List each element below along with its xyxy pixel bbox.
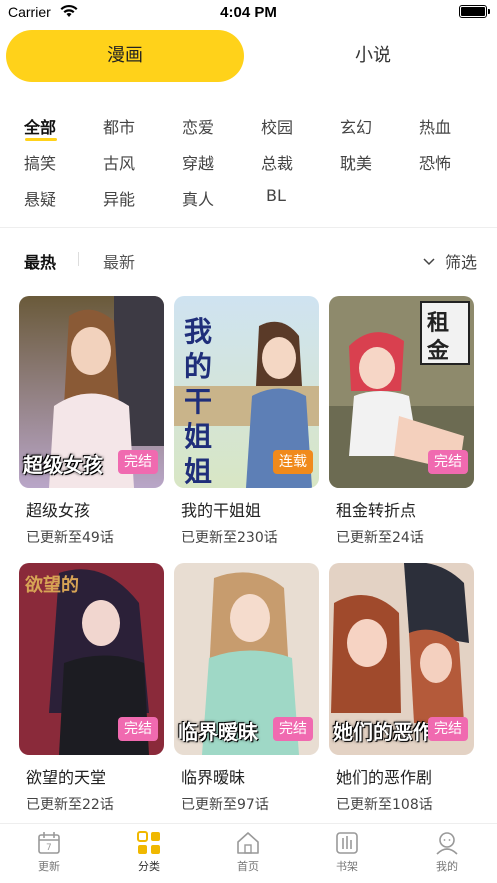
tab-updates[interactable]: 7 更新 [19, 830, 79, 874]
comic-title: 租金转折点 [336, 501, 417, 520]
cover-title: 超级女孩 [23, 453, 103, 477]
tab-home[interactable]: 首页 [218, 830, 278, 874]
divider [0, 227, 497, 228]
profile-icon [436, 832, 458, 855]
comic-card[interactable]: 超级女孩 完结 超级女孩 已更新至49话 [19, 296, 164, 547]
status-badge: 连载 [273, 450, 313, 474]
svg-text:姐: 姐 [184, 420, 212, 453]
comic-card[interactable]: 租 金 完结 租金转折点 已更新至24话 [329, 296, 474, 547]
svg-text:干: 干 [184, 385, 212, 418]
genre-item[interactable]: 悬疑 [24, 186, 56, 210]
genre-item[interactable]: 总裁 [261, 150, 293, 174]
genre-item[interactable]: 搞笑 [24, 150, 56, 174]
comic-update-status: 已更新至49话 [26, 530, 114, 546]
status-badge: 完结 [273, 717, 313, 741]
svg-text:的: 的 [184, 350, 212, 383]
sort-new[interactable]: 最新 [103, 249, 135, 273]
svg-text:7: 7 [46, 843, 52, 853]
genre-item[interactable]: 穿越 [182, 150, 214, 174]
active-genre-indicator [25, 138, 57, 141]
status-badge: 完结 [118, 450, 158, 474]
genre-item[interactable]: 都市 [103, 114, 135, 138]
chevron-down-icon [423, 258, 435, 266]
comic-cover: 她们的恶作 完结 [329, 563, 474, 755]
comic-update-status: 已更新至24话 [336, 530, 424, 546]
tab-novels[interactable]: 小说 [254, 30, 492, 82]
sort-separator [78, 252, 79, 266]
bottom-tab-bar: 7 更新 分类 首页 书架 我的 [0, 823, 497, 883]
tab-comics[interactable]: 漫画 [6, 30, 244, 82]
comic-cover: 我 的 干 姐 姐 连载 [174, 296, 319, 488]
status-badge: 完结 [428, 450, 468, 474]
battery-icon [459, 5, 490, 18]
status-bar: Carrier 4:04 PM [0, 0, 497, 26]
comic-title: 欲望的天堂 [26, 768, 107, 787]
comic-update-status: 已更新至108话 [336, 797, 433, 813]
tab-profile[interactable]: 我的 [417, 830, 477, 874]
tab-label: 书架 [336, 860, 358, 873]
comic-title: 超级女孩 [26, 501, 91, 520]
svg-text:金: 金 [426, 338, 450, 364]
genre-item[interactable]: 异能 [103, 186, 135, 210]
genre-item[interactable]: BL [266, 186, 286, 205]
tab-label: 分类 [138, 860, 160, 873]
calendar-icon: 7 [38, 832, 60, 854]
home-icon [237, 832, 259, 854]
genre-item[interactable]: 校园 [261, 114, 293, 138]
sort-hot[interactable]: 最热 [24, 249, 56, 273]
comic-title: 我的干姐姐 [181, 501, 262, 520]
comic-update-status: 已更新至22话 [26, 797, 114, 813]
comic-card[interactable]: 欲望的 完结 欲望的天堂 已更新至22话 [19, 563, 164, 814]
comic-card[interactable]: 她们的恶作 完结 她们的恶作剧 已更新至108话 [329, 563, 474, 814]
genre-item[interactable]: 玄幻 [340, 114, 372, 138]
comic-update-status: 已更新至230话 [181, 530, 278, 546]
status-badge: 完结 [118, 717, 158, 741]
genre-item[interactable]: 古风 [103, 150, 135, 174]
genre-all[interactable]: 全部 [24, 114, 56, 138]
svg-text:我: 我 [184, 315, 212, 348]
comic-cover: 临界暧昧 完结 [174, 563, 319, 755]
comic-card[interactable]: 我 的 干 姐 姐 连载 我的干姐姐 已更新至230话 [174, 296, 319, 547]
genre-item[interactable]: 耽美 [340, 150, 372, 174]
main-tabs: 漫画 小说 [6, 30, 492, 82]
tab-label: 首页 [237, 860, 259, 873]
filter-label: 筛选 [444, 253, 477, 272]
bookshelf-icon [336, 832, 358, 854]
cover-title: 她们的恶作 [333, 720, 433, 744]
status-badge: 完结 [428, 717, 468, 741]
genre-item[interactable]: 真人 [182, 186, 214, 210]
tab-label: 我的 [436, 860, 458, 873]
svg-text:姐: 姐 [184, 455, 212, 488]
comic-update-status: 已更新至97话 [181, 797, 269, 813]
svg-text:租: 租 [427, 311, 449, 336]
comic-cover: 超级女孩 完结 [19, 296, 164, 488]
tab-categories[interactable]: 分类 [119, 830, 179, 874]
cover-title: 临界暧昧 [178, 720, 258, 744]
comic-card[interactable]: 临界暧昧 完结 临界暧昧 已更新至97话 [174, 563, 319, 814]
category-icon [137, 831, 160, 854]
genre-item[interactable]: 恋爱 [182, 114, 214, 138]
comic-cover: 租 金 完结 [329, 296, 474, 488]
clock: 4:04 PM [220, 4, 277, 21]
genre-item[interactable]: 恐怖 [419, 150, 451, 174]
tab-bookshelf[interactable]: 书架 [317, 830, 377, 874]
comic-title: 她们的恶作剧 [336, 768, 433, 787]
filter-button[interactable]: 筛选 [423, 249, 477, 273]
comic-title: 临界暧昧 [181, 768, 246, 787]
genre-item[interactable]: 热血 [419, 114, 451, 138]
tab-label: 更新 [38, 860, 60, 873]
svg-text:欲望的: 欲望的 [24, 574, 79, 596]
comic-cover: 欲望的 完结 [19, 563, 164, 755]
